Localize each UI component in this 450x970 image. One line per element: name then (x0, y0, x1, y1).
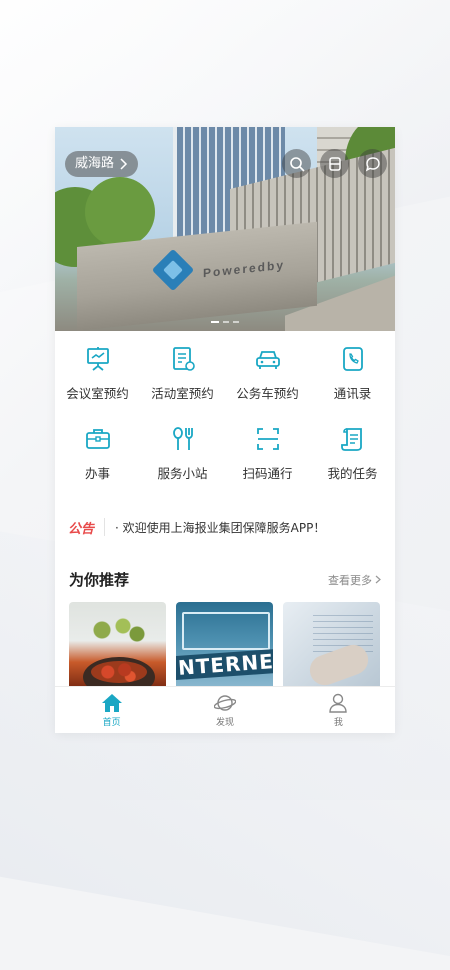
service-my-tasks[interactable]: 我的任务 (310, 425, 395, 485)
service-scan-pass[interactable]: 扫码通行 (225, 425, 310, 485)
service-label: 扫码通行 (242, 466, 293, 481)
view-more-label: 查看更多 (328, 573, 372, 587)
message-icon (365, 156, 380, 171)
tab-label: 发现 (215, 717, 234, 728)
announcement-message[interactable]: · 欢迎使用上海报业集团保障服务APP！ (115, 519, 325, 536)
carousel-dot[interactable] (223, 321, 229, 323)
service-station[interactable]: 服务小站 (140, 425, 225, 485)
tab-label: 我 (333, 717, 343, 728)
app-screen: Poweredby 威海路 会议室预约 活动室预约 公务车预约 通讯录 办事 服… (55, 127, 395, 733)
service-affairs[interactable]: 办事 (55, 425, 140, 485)
tab-discover[interactable]: 发现 (168, 687, 281, 733)
home-icon (101, 693, 122, 712)
divider (104, 518, 106, 536)
screen-image (182, 612, 270, 650)
chevron-right-icon (375, 575, 381, 584)
briefcase-icon (85, 429, 110, 449)
search-button[interactable] (282, 149, 311, 178)
service-grid: 会议室预约 活动室预约 公务车预约 通讯录 办事 服务小站 扫码通行 我的任务 (55, 345, 395, 485)
scan-button[interactable] (320, 149, 349, 178)
plant-image (81, 610, 151, 650)
service-official-car[interactable]: 公务车预约 (225, 345, 310, 405)
announcement-tag: 公告 (68, 521, 95, 537)
internet-text: NTERNET (176, 647, 273, 681)
carousel-dot[interactable] (233, 321, 239, 323)
tab-label: 首页 (102, 717, 121, 728)
scan-icon (328, 156, 341, 171)
service-label: 通讯录 (333, 386, 372, 401)
banner-carousel[interactable]: Poweredby 威海路 (55, 127, 395, 331)
service-label: 服务小站 (157, 466, 208, 481)
service-label: 会议室预约 (66, 386, 129, 401)
scan-code-icon (256, 428, 279, 450)
message-button[interactable] (358, 149, 387, 178)
search-icon (289, 156, 305, 172)
location-selector[interactable]: 威海路 (65, 151, 139, 177)
recommend-title: 为你推荐 (69, 571, 130, 589)
service-label: 我的任务 (327, 466, 378, 481)
user-icon (329, 693, 348, 713)
view-more-link[interactable]: 查看更多 (328, 572, 381, 588)
service-meeting-room[interactable]: 会议室预约 (55, 345, 140, 405)
dish-image (83, 657, 155, 688)
service-label: 办事 (84, 466, 110, 481)
announcement-bar[interactable]: 公告 · 欢迎使用上海报业集团保障服务APP！ (68, 516, 388, 538)
service-activity-room[interactable]: 活动室预约 (140, 345, 225, 405)
service-label: 活动室预约 (151, 386, 214, 401)
recommend-card-food[interactable] (69, 602, 166, 688)
car-icon (255, 351, 280, 369)
fork-spoon-icon (172, 427, 193, 450)
data-lines-image (313, 612, 373, 652)
carousel-dot[interactable] (211, 321, 219, 323)
meeting-board-icon (86, 347, 109, 371)
service-contacts[interactable]: 通讯录 (310, 345, 395, 405)
service-label: 公务车预约 (236, 386, 299, 401)
recommend-card-internet[interactable]: NTERNET (176, 602, 273, 688)
tree-mid (85, 177, 155, 247)
task-scroll-icon (340, 428, 362, 451)
planet-icon (213, 694, 236, 711)
tab-me[interactable]: 我 (282, 687, 395, 733)
activity-document-icon (172, 347, 195, 371)
recommend-header: 为你推荐 查看更多 (69, 569, 381, 590)
location-label: 威海路 (75, 156, 115, 171)
carousel-indicator (55, 321, 395, 323)
chevron-right-icon (120, 158, 128, 170)
recommend-card-tech[interactable] (283, 602, 380, 688)
recommend-cards: NTERNET (69, 602, 380, 688)
tab-home[interactable]: 首页 (55, 687, 168, 733)
banner-actions (282, 149, 387, 178)
phone-book-icon (342, 347, 363, 371)
bottom-tab-bar: 首页 发现 我 (55, 686, 395, 733)
